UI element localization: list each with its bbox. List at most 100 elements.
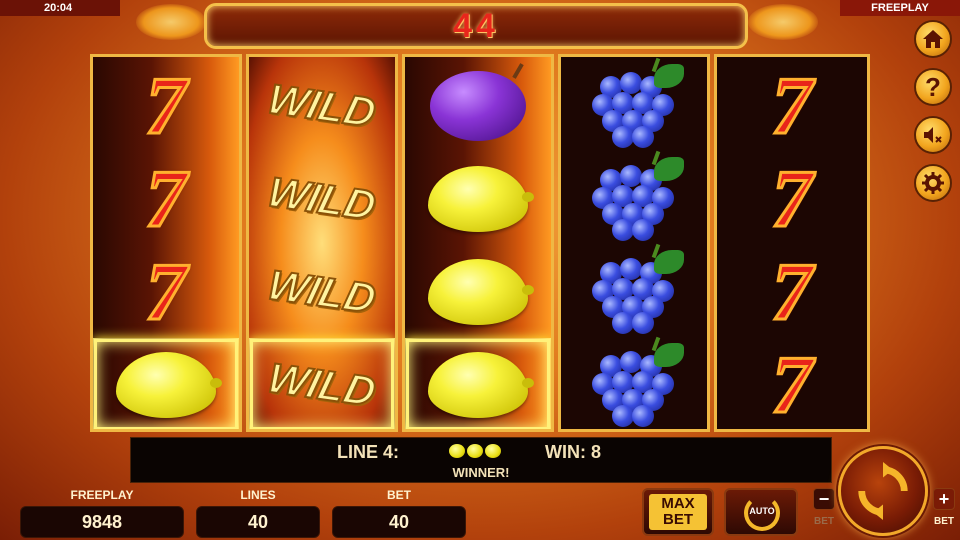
line-symbols bbox=[449, 444, 501, 458]
bet-stat: BET 40 bbox=[332, 488, 466, 538]
reel-cell bbox=[405, 59, 551, 152]
reel-cell bbox=[561, 336, 707, 429]
reel-cell: WILD bbox=[249, 59, 395, 152]
grape bbox=[632, 125, 654, 148]
grape bbox=[620, 257, 642, 280]
leaf bbox=[654, 156, 684, 181]
reel-3 bbox=[402, 54, 554, 432]
lemon-symbol bbox=[116, 351, 222, 418]
reel-cell: 7 bbox=[717, 152, 867, 245]
grape bbox=[620, 71, 642, 94]
help-button[interactable]: ? bbox=[914, 68, 952, 106]
bet-decrease-label: BET bbox=[814, 516, 834, 527]
reel-cell bbox=[561, 57, 707, 152]
reel-1: 777 bbox=[90, 54, 242, 432]
reel-5: 7777 bbox=[714, 54, 870, 432]
winner-message: WINNER! bbox=[452, 465, 510, 480]
bet-decrease-button[interactable]: − BET bbox=[810, 488, 838, 536]
win-amount: 44 bbox=[453, 7, 499, 45]
bet-increase-button[interactable]: + BET bbox=[930, 488, 958, 536]
lemon-icon bbox=[449, 444, 465, 458]
reel-cell bbox=[93, 338, 239, 429]
reel-cell: 7 bbox=[717, 338, 867, 430]
reel-cell: 7 bbox=[93, 59, 239, 152]
reel-cell bbox=[405, 338, 551, 429]
seven-symbol: 7 bbox=[144, 245, 188, 337]
lemon-icon bbox=[467, 444, 483, 458]
leaf bbox=[654, 63, 684, 88]
bet-value[interactable]: 40 bbox=[332, 506, 466, 538]
bet-label: BET bbox=[387, 488, 411, 502]
mode-label: FREEPLAY bbox=[840, 0, 960, 16]
seven-symbol: 7 bbox=[770, 338, 814, 430]
reel-2: WILD WILD WILD WILD bbox=[246, 54, 398, 432]
spin-arrows-icon bbox=[858, 462, 908, 520]
sound-button[interactable] bbox=[914, 116, 952, 154]
freeplay-value: 9848 bbox=[20, 506, 184, 538]
wing-decoration-right bbox=[748, 4, 818, 40]
plus-icon: + bbox=[933, 488, 955, 510]
home-button[interactable] bbox=[914, 20, 952, 58]
leaf bbox=[654, 342, 684, 367]
reel-4 bbox=[558, 54, 710, 432]
lemon-symbol bbox=[428, 258, 534, 325]
lemon-icon bbox=[485, 444, 501, 458]
seven-symbol: 7 bbox=[144, 59, 188, 151]
wing-decoration-left bbox=[136, 4, 206, 40]
grape bbox=[632, 218, 654, 241]
grape bbox=[620, 350, 642, 373]
lines-value[interactable]: 40 bbox=[196, 506, 320, 538]
freeplay-stat: FREEPLAY 9848 bbox=[20, 488, 184, 538]
grape bbox=[612, 218, 634, 241]
reels-area: 7 7 7 WILD WILD WILD WILD 7 7 7 7 bbox=[90, 54, 870, 432]
spin-button[interactable] bbox=[838, 446, 928, 536]
win-banner: 44 bbox=[204, 3, 748, 49]
freeplay-label: FREEPLAY bbox=[70, 488, 134, 502]
line-win-label: WIN: 8 bbox=[545, 442, 601, 462]
reel-cell: 7 bbox=[93, 152, 239, 245]
lines-label: LINES bbox=[240, 488, 276, 502]
auto-spin-button[interactable]: AUTO bbox=[724, 488, 798, 536]
max-bet-button[interactable]: MAX BET bbox=[642, 488, 714, 536]
reel-cell: 7 bbox=[93, 245, 239, 338]
bet-increase-label: BET bbox=[934, 516, 954, 527]
lemon-symbol bbox=[428, 165, 534, 232]
settings-button[interactable] bbox=[914, 164, 952, 202]
grapes-symbol bbox=[584, 57, 684, 148]
grape bbox=[612, 404, 634, 427]
grape bbox=[632, 404, 654, 427]
clock: 20:04 bbox=[0, 0, 120, 16]
reel-cell bbox=[561, 150, 707, 245]
reel-cell: 7 bbox=[717, 245, 867, 338]
reel-cell: 7 bbox=[717, 59, 867, 152]
seven-symbol: 7 bbox=[144, 152, 188, 244]
grapes-symbol bbox=[584, 336, 684, 427]
reel-cell: WILD bbox=[249, 152, 395, 245]
reel-cell bbox=[405, 152, 551, 245]
auto-label: AUTO bbox=[749, 506, 775, 516]
grape bbox=[620, 164, 642, 187]
wild-symbol: WILD bbox=[262, 167, 382, 230]
minus-icon: − bbox=[813, 488, 835, 510]
reel-cell bbox=[405, 245, 551, 338]
max-bet-label: MAX BET bbox=[649, 494, 707, 530]
grape bbox=[632, 311, 654, 334]
lines-stat: LINES 40 bbox=[196, 488, 320, 538]
sound-muted-icon bbox=[924, 127, 942, 143]
lemon-symbol bbox=[428, 351, 534, 418]
grapes-symbol bbox=[584, 150, 684, 241]
reel-cell bbox=[561, 243, 707, 338]
seven-symbol: 7 bbox=[770, 245, 814, 337]
wild-symbol: WILD bbox=[262, 353, 382, 416]
home-icon bbox=[923, 30, 943, 48]
wild-symbol: WILD bbox=[262, 74, 382, 137]
line-label: LINE 4: bbox=[337, 442, 400, 462]
seven-symbol: 7 bbox=[770, 152, 814, 244]
wild-symbol: WILD bbox=[262, 260, 382, 323]
help-icon: ? bbox=[925, 72, 941, 102]
seven-symbol: 7 bbox=[770, 59, 814, 151]
plum-symbol bbox=[430, 70, 526, 141]
reel-cell: WILD bbox=[249, 245, 395, 338]
grape bbox=[612, 125, 634, 148]
gear-icon bbox=[922, 172, 944, 194]
